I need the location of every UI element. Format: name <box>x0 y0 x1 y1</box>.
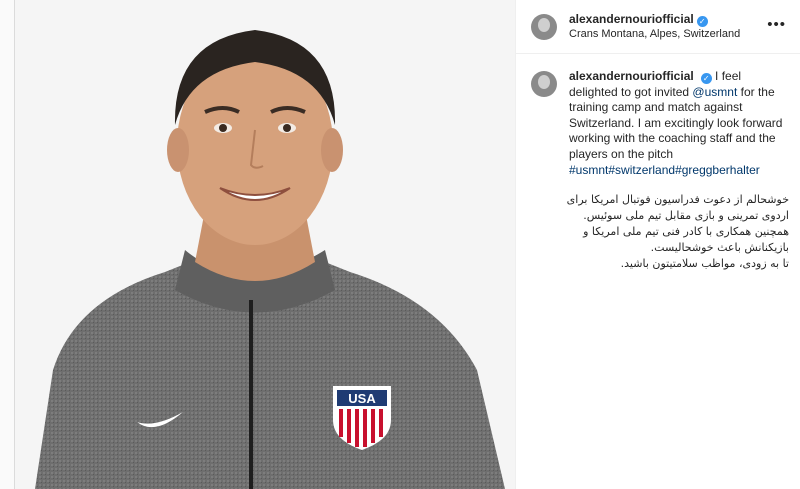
persian-line: بازیکنانش باعث خوشحالیست. <box>650 241 789 255</box>
post-location[interactable]: Crans Montana, Alpes, Switzerland <box>569 27 740 42</box>
hashtag-link[interactable]: #usmnt <box>569 163 608 177</box>
post-sidebar: alexandernouriofficial ✓ Crans Montana, A… <box>516 0 800 489</box>
verified-badge-icon: ✓ <box>700 73 712 84</box>
caption-comment: alexandernouriofficial ✓ I feel delighted… <box>516 54 800 272</box>
caption-avatar[interactable] <box>531 71 557 97</box>
persian-line: تا به زودی، مواظب سلامتیتون باشید. <box>620 257 789 271</box>
persian-line: خوشحالم از دعوت فدراسیون فوتبال امریکا ب… <box>566 193 789 207</box>
caption-body: alexandernouriofficial ✓ I feel delighted… <box>566 69 789 272</box>
verified-badge-icon: ✓ <box>696 16 708 27</box>
instagram-post: USA alexandernouriofficial ✓ Crans Montan… <box>14 0 800 489</box>
post-photo[interactable]: USA <box>15 0 516 489</box>
svg-text:USA: USA <box>348 391 376 406</box>
post-header: alexandernouriofficial ✓ Crans Montana, A… <box>516 0 800 54</box>
profile-avatar[interactable] <box>531 13 557 40</box>
header-text: alexandernouriofficial ✓ Crans Montana, A… <box>569 11 740 42</box>
hashtag-link[interactable]: #greggberhalter <box>675 163 760 177</box>
persian-line: اردوی تمرینی و بازی مقابل تیم ملی سوئیس. <box>583 209 789 223</box>
hashtag-link[interactable]: #switzerland <box>608 163 675 177</box>
portrait-image: USA <box>15 0 515 489</box>
header-username[interactable]: alexandernouriofficial <box>569 12 694 26</box>
persian-line: همچنین همکاری با کادر فنی تیم ملی امریکا… <box>583 225 789 239</box>
mention-link[interactable]: @usmnt <box>692 85 737 99</box>
caption-username[interactable]: alexandernouriofficial <box>569 69 694 83</box>
persian-caption: خوشحالم از دعوت فدراسیون فوتبال امریکا ب… <box>566 192 789 272</box>
more-options-icon[interactable]: ••• <box>767 16 786 33</box>
